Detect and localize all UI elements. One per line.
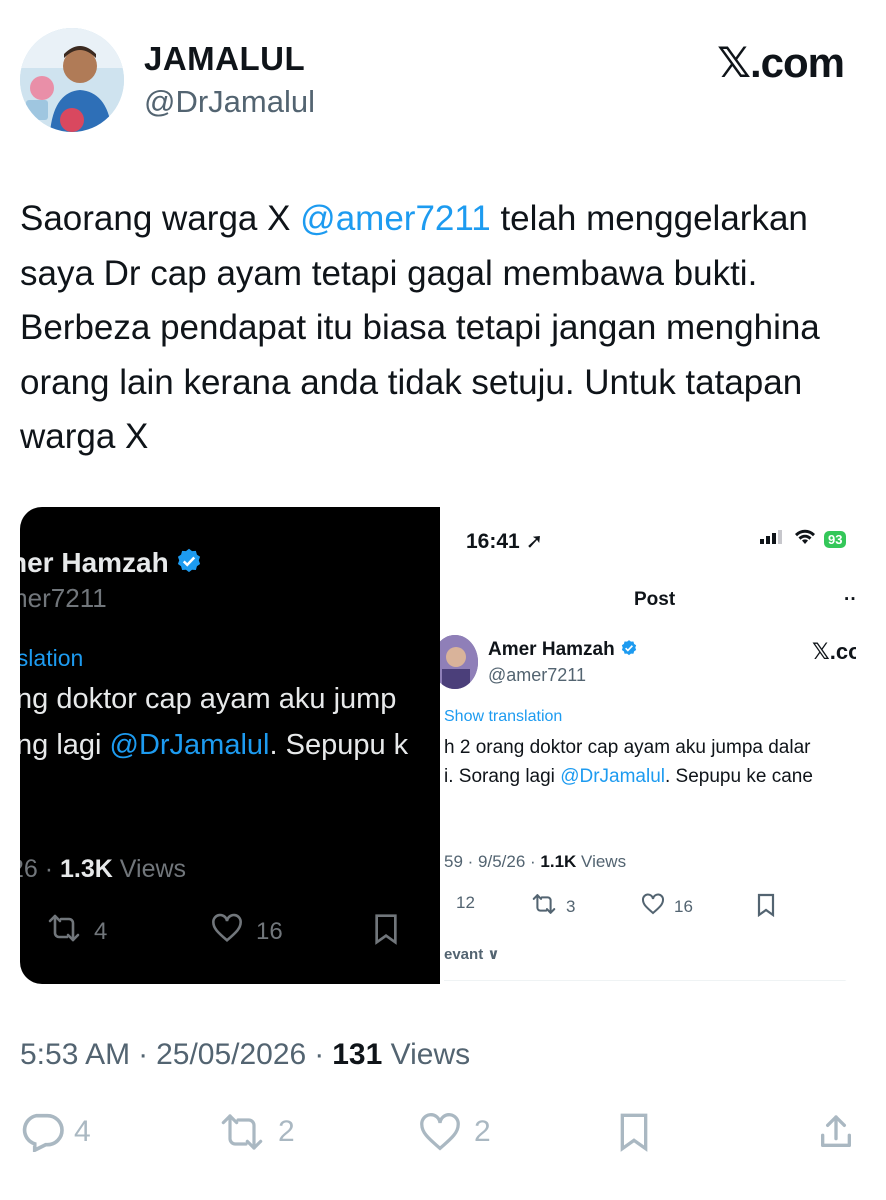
light-like-count: 16 (674, 896, 693, 916)
light-retweet-count: 3 (566, 896, 576, 916)
dark-like: 16 (210, 913, 283, 950)
share-icon (816, 1112, 856, 1152)
share-button[interactable] (816, 1112, 856, 1152)
separator-dot: · (314, 1038, 325, 1071)
author-avatar[interactable] (20, 28, 124, 132)
retweet-icon (46, 913, 82, 950)
author-handle[interactable]: @DrJamalul (144, 84, 315, 120)
light-author-avatar (440, 635, 478, 689)
heart-icon (640, 893, 666, 920)
views-count: 131 (332, 1038, 383, 1071)
dark-author-name: ner Hamzah (20, 547, 203, 582)
dark-meta-date: 26 · (20, 855, 54, 883)
bookmark-icon (756, 893, 776, 922)
light-author-handle: @amer7211 (488, 665, 586, 685)
tweet-text-start: Saorang warga X (20, 199, 301, 238)
dark-like-count: 16 (256, 917, 283, 945)
status-time-text: 16:41 (466, 530, 520, 553)
dark-line-2-end: . Sepupu k (269, 729, 409, 761)
status-time: 16:41 ➚ (466, 529, 543, 554)
retweet-icon (216, 1112, 268, 1152)
dark-tweet-meta: 26 · 1.3K Views (20, 855, 186, 884)
dark-views-label: Views (112, 855, 187, 883)
dark-show-translation: nslation (20, 645, 84, 671)
tweet-text: Saorang warga X @amer7211 telah menggela… (20, 192, 870, 465)
status-icons: 93 (760, 529, 847, 550)
post-header-title: Post (634, 589, 676, 610)
more-options-icon: ·· (844, 589, 856, 610)
like-button[interactable]: 2 (416, 1112, 491, 1152)
author-name[interactable]: JAMALUL (144, 40, 305, 78)
light-author-name: Amer Hamzah (488, 639, 638, 661)
views-label: Views (390, 1038, 471, 1071)
light-show-translation: Show translation (444, 708, 563, 725)
light-bookmark (756, 893, 776, 922)
verified-badge-icon (175, 547, 203, 582)
tweet-timestamp[interactable]: 5:53 AM · 25/05/2026 · 131 Views (20, 1038, 470, 1072)
tweet-time: 5:53 AM (20, 1038, 131, 1071)
dark-author-name-text: ner Hamzah (20, 547, 169, 578)
dark-author-handle: mer7211 (20, 583, 107, 613)
retweet-icon (530, 893, 558, 920)
like-count: 2 (474, 1115, 491, 1148)
light-views-label: Views (576, 852, 627, 871)
wifi-icon (794, 529, 816, 550)
reply-count: 4 (74, 1115, 91, 1148)
reply-button[interactable]: 4 (20, 1112, 91, 1152)
light-mention: @DrJamalul (560, 766, 665, 787)
retweet-count: 2 (278, 1115, 295, 1148)
location-arrow-icon: ➚ (525, 530, 544, 553)
reply-icon (20, 1112, 64, 1152)
dark-retweet-count: 4 (94, 917, 108, 945)
light-screenshot[interactable]: 16:41 ➚ 93 Post ·· Amer Hamzah @amer7211… (440, 507, 856, 984)
light-line-2-end: . Sepupu ke cane (665, 766, 813, 787)
dark-screenshot[interactable]: ner Hamzah mer7211 nslation ng doktor ca… (20, 507, 440, 984)
light-line-2-start: i. Sorang lagi (444, 766, 561, 787)
action-bar: 4 2 2 (20, 1112, 860, 1156)
dark-tweet-line-1: ng doktor cap ayam aku jump (20, 683, 397, 715)
avatar-image (20, 28, 124, 132)
mention-link[interactable]: @amer7211 (300, 199, 491, 238)
light-author-name-text: Amer Hamzah (488, 639, 615, 660)
x-logo: 𝕏.com (717, 39, 845, 86)
retweet-button[interactable]: 2 (216, 1112, 295, 1152)
light-x-logo: 𝕏.coı (812, 639, 856, 664)
heart-icon (210, 913, 244, 950)
light-like: 16 (640, 893, 693, 920)
dark-tweet-line-2: ng lagi @DrJamalul. Sepupu k (20, 729, 408, 762)
light-meta-date: 59 · 9/5/26 · (444, 852, 541, 871)
light-retweet: 3 (530, 893, 575, 920)
battery-icon: 93 (824, 531, 847, 548)
embedded-images[interactable]: ner Hamzah mer7211 nslation ng doktor ca… (20, 507, 856, 984)
light-views-count: 1.1K (540, 852, 577, 871)
signal-icon (760, 530, 786, 549)
bookmark-icon (616, 1112, 652, 1152)
dark-line-2-start: ng lagi (20, 729, 110, 761)
heart-icon (416, 1112, 464, 1152)
bookmark-icon (372, 913, 400, 952)
verified-badge-icon (620, 639, 638, 660)
light-divider (444, 980, 856, 981)
light-reply-count: 12 (456, 893, 475, 912)
light-tweet-meta: 59 · 9/5/26 · 1.1K Views (444, 852, 626, 872)
light-sort-relevant: evant ∨ (444, 946, 500, 963)
separator-dot: · (138, 1038, 149, 1071)
bookmark-button[interactable] (616, 1112, 652, 1152)
light-tweet-line-2: i. Sorang lagi @DrJamalul. Sepupu ke can… (444, 766, 813, 788)
dark-mention: @DrJamalul (109, 729, 270, 761)
light-reply: 12 (456, 893, 475, 913)
tweet-date: 25/05/2026 (156, 1038, 307, 1071)
dark-retweet: 4 (46, 913, 107, 950)
light-tweet-line-1: h 2 orang doktor cap ayam aku jumpa dala… (444, 737, 811, 758)
dark-views-count: 1.3K (60, 855, 113, 883)
dark-bookmark (372, 913, 400, 952)
